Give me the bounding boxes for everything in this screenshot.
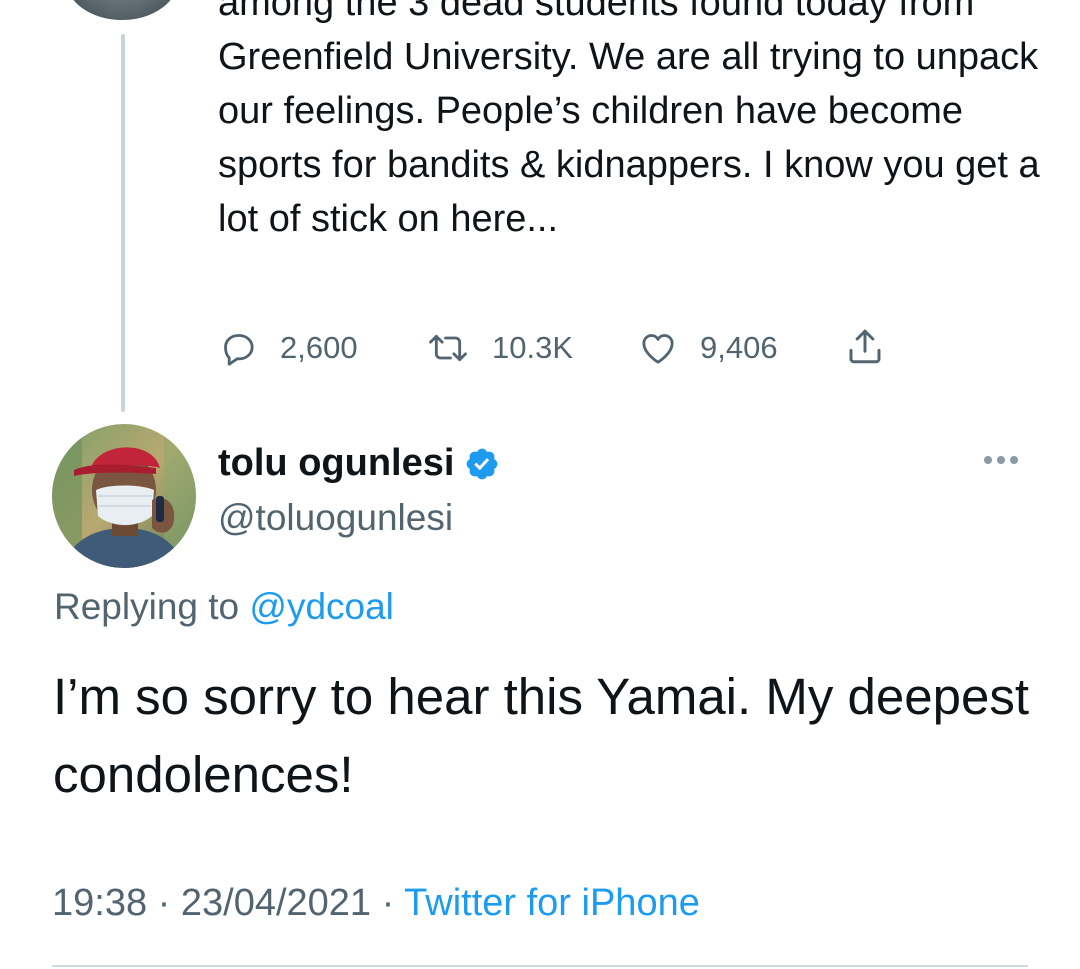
divider — [52, 965, 1028, 967]
display-name[interactable]: tolu ogunlesi — [218, 442, 454, 485]
replying-label: Replying to — [54, 586, 240, 627]
tweet-source[interactable]: Twitter for iPhone — [404, 882, 700, 924]
meta-separator: · — [157, 882, 171, 924]
replying-to: Replying to @ydcoal — [54, 586, 394, 628]
tweet-metadata: 19:38 · 23/04/2021 · Twitter for iPhone — [52, 882, 700, 925]
retweet-button[interactable]: 10.3K — [426, 328, 573, 368]
share-button[interactable] — [844, 324, 886, 368]
author-name-row: tolu ogunlesi — [218, 442, 500, 485]
share-icon — [844, 324, 886, 368]
tweet-date[interactable]: 23/04/2021 — [181, 882, 371, 924]
heart-icon — [638, 328, 678, 368]
reply-icon — [218, 328, 258, 368]
meta-separator: · — [381, 882, 395, 924]
handle[interactable]: @toluogunlesi — [218, 497, 453, 539]
avatar[interactable] — [52, 424, 196, 568]
parent-tweet-text: among the 3 dead students found today fr… — [218, 0, 1040, 240]
thread-connector-line — [121, 34, 125, 412]
parent-avatar[interactable] — [66, 0, 178, 20]
reply-count: 2,600 — [280, 330, 358, 365]
retweet-count: 10.3K — [492, 330, 574, 365]
more-options-icon[interactable] — [984, 456, 1018, 464]
verified-badge-icon — [464, 446, 500, 482]
retweet-icon — [426, 328, 470, 368]
like-count: 9,406 — [700, 330, 778, 365]
reply-button[interactable]: 2,600 — [218, 328, 358, 368]
replying-to-mention[interactable]: @ydcoal — [249, 586, 394, 627]
tweet-time[interactable]: 19:38 — [52, 882, 147, 924]
tweet-text: I’m so sorry to hear this Yamai. My deep… — [53, 668, 1029, 803]
like-button[interactable]: 9,406 — [638, 328, 778, 368]
